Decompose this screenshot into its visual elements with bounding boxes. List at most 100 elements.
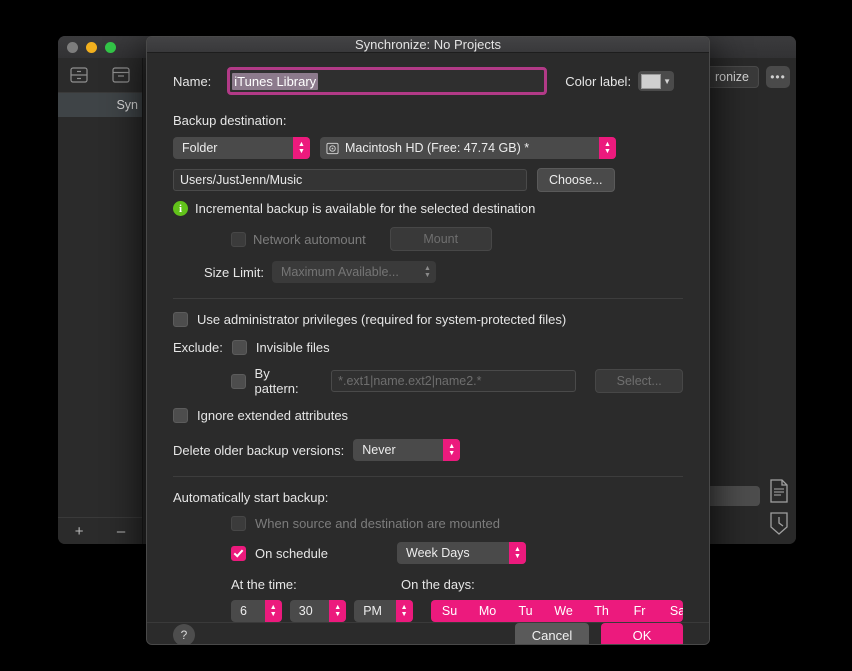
admin-privileges-checkbox[interactable] (173, 312, 188, 327)
chevron-down-icon: ▼ (663, 76, 672, 86)
by-pattern-checkbox[interactable] (231, 373, 246, 389)
ignore-xattr-checkbox[interactable] (173, 408, 188, 423)
more-options-button[interactable]: ••• (766, 66, 790, 88)
divider (173, 476, 683, 477)
remove-project-button[interactable]: – (117, 523, 125, 540)
name-row: Name: iTunes Library Color label: ▼ (147, 53, 709, 95)
day-fr[interactable]: Fr (621, 604, 659, 618)
close-button[interactable] (67, 42, 78, 53)
select-pattern-button[interactable]: Select... (595, 369, 684, 393)
drawer-icon[interactable] (68, 65, 90, 85)
when-mounted-checkbox[interactable] (231, 516, 246, 531)
color-swatch-chip (641, 73, 662, 89)
day-sa[interactable]: Sa (659, 604, 683, 618)
schedule-section: Automatically start backup: When source … (147, 490, 709, 622)
meridiem-value: PM (363, 604, 382, 618)
stepper-icon[interactable]: ▲ ▼ (293, 137, 310, 159)
info-icon: i (173, 201, 188, 216)
clock-icon[interactable] (768, 510, 790, 536)
volume-value: Macintosh HD (Free: 47.74 GB) * (345, 141, 530, 155)
network-automount-checkbox[interactable] (231, 231, 246, 247)
sidebar-item-label: Syn (116, 98, 138, 112)
backup-destination-label: Backup destination: (173, 113, 287, 128)
delete-older-value: Never (362, 443, 396, 457)
day-mo[interactable]: Mo (469, 604, 507, 618)
box-icon[interactable] (110, 65, 132, 85)
stepper-icon[interactable]: ▲ ▼ (264, 600, 282, 622)
incremental-info-text: Incremental backup is available for the … (195, 201, 536, 216)
when-mounted-label: When source and destination are mounted (255, 516, 500, 531)
pattern-placeholder: *.ext1|name.ext2|name2.* (338, 374, 482, 388)
synchronize-dialog: Synchronize: No Projects Name: iTunes Li… (146, 36, 710, 645)
delete-older-label: Delete older backup versions: (173, 442, 345, 458)
day-tu[interactable]: Tu (507, 604, 545, 618)
at-the-time-label: At the time: (231, 577, 297, 592)
options-section: Use administrator privileges (required f… (147, 312, 709, 477)
choose-button[interactable]: Choose... (537, 168, 615, 192)
minute-stepper[interactable]: 30 ▲ ▼ (289, 600, 347, 622)
frequency-dropdown[interactable]: Week Days ▲ ▼ (397, 542, 526, 564)
on-the-days-label: On the days: (401, 577, 475, 592)
size-limit-label: Size Limit: (204, 264, 264, 280)
background-side-actions (768, 478, 790, 536)
sidebar-footer: + – (58, 517, 142, 544)
hour-value: 6 (240, 604, 247, 618)
hour-stepper[interactable]: 6 ▲ ▼ (231, 600, 282, 622)
maximize-button[interactable] (105, 42, 116, 53)
stepper-icon[interactable]: ▲ ▼ (509, 542, 526, 564)
name-input-value: iTunes Library (232, 72, 319, 90)
day-of-week-selector[interactable]: Su Mo Tu We Th Fr Sa (430, 600, 683, 622)
destination-type-dropdown[interactable]: Folder ▲ ▼ (173, 137, 310, 159)
synchronize-button[interactable]: ronize (704, 66, 759, 88)
sidebar-toolbar (58, 58, 142, 93)
pattern-input[interactable]: *.ext1|name.ext2|name2.* (331, 370, 577, 392)
cancel-button[interactable]: Cancel (515, 623, 589, 644)
name-input[interactable]: iTunes Library (227, 67, 548, 95)
document-icon[interactable] (768, 478, 790, 504)
add-project-button[interactable]: + (75, 523, 84, 540)
dialog-title: Synchronize: No Projects (147, 37, 709, 53)
by-pattern-label: By pattern: (254, 366, 299, 396)
destination-type-value: Folder (182, 141, 218, 155)
help-button[interactable]: ? (173, 624, 195, 644)
stepper-icon[interactable]: ▲ ▼ (395, 600, 413, 622)
destination-path-input[interactable]: Users/JustJenn/Music (173, 169, 527, 191)
delete-older-dropdown[interactable]: Never ▲ ▼ (353, 439, 461, 461)
stepper-icon[interactable]: ▲ ▼ (443, 439, 461, 461)
schedule-section-label: Automatically start backup: (173, 490, 329, 505)
color-label-dropdown[interactable]: ▼ (638, 71, 675, 91)
divider (173, 298, 683, 299)
day-th[interactable]: Th (583, 604, 621, 618)
on-schedule-checkbox[interactable] (231, 545, 246, 561)
incremental-info-row: i Incremental backup is available for th… (173, 201, 683, 216)
destination-path-value: Users/JustJenn/Music (180, 173, 303, 187)
meridiem-stepper[interactable]: PM ▲ ▼ (354, 600, 413, 622)
background-toolbar: ronize ••• (704, 66, 790, 88)
color-label-control: Color label: ▼ (565, 71, 675, 91)
day-su[interactable]: Su (431, 604, 469, 618)
ignore-xattr-label: Ignore extended attributes (197, 408, 349, 423)
volume-dropdown[interactable]: Macintosh HD (Free: 47.74 GB) * ▲ ▼ (320, 137, 616, 159)
dialog-footer: ? Cancel OK (147, 622, 709, 644)
sidebar-item-synchronize[interactable]: Syn (58, 93, 142, 117)
drive-icon (326, 142, 339, 155)
invisible-files-checkbox[interactable] (231, 340, 247, 355)
minimize-button[interactable] (86, 42, 97, 53)
dialog-body: Name: iTunes Library Color label: ▼ Back… (147, 53, 709, 622)
sidebar-list (58, 117, 142, 517)
color-label-label: Color label: (565, 73, 632, 89)
stepper-icon[interactable]: ▲ ▼ (599, 137, 616, 159)
size-limit-value: Maximum Available... (280, 265, 399, 279)
on-schedule-label: On schedule (255, 545, 328, 561)
backup-destination-section: Backup destination: Folder ▲ ▼ Macintosh … (147, 113, 709, 299)
stepper-icon[interactable]: ▲ ▼ (419, 261, 436, 283)
mount-button[interactable]: Mount (389, 227, 492, 251)
ok-button[interactable]: OK (601, 623, 683, 644)
size-limit-dropdown[interactable]: Maximum Available... ▲ ▼ (271, 261, 436, 283)
exclude-label: Exclude: (173, 340, 223, 355)
name-label: Name: (173, 73, 212, 89)
day-we[interactable]: We (545, 604, 583, 618)
minute-value: 30 (298, 604, 313, 618)
network-automount-label: Network automount (253, 231, 366, 247)
stepper-icon[interactable]: ▲ ▼ (329, 600, 347, 622)
